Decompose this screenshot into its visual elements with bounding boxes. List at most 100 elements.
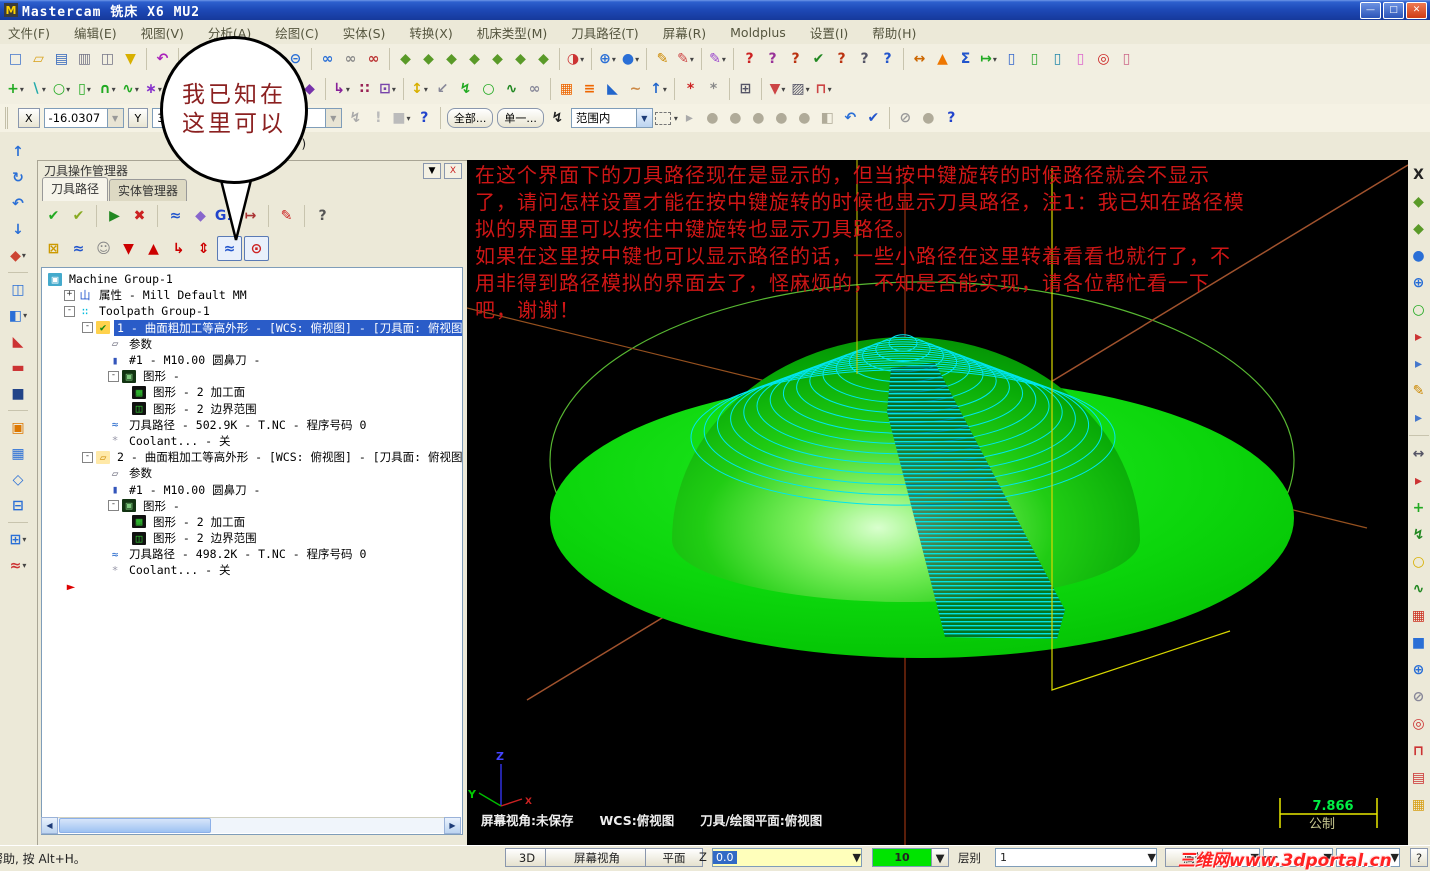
red-grid-button[interactable]: ▦	[1407, 604, 1430, 627]
solid-revolve-button[interactable]: ↻	[7, 166, 30, 189]
open-file-button[interactable]: ▱	[27, 48, 50, 71]
menu-item-7[interactable]: 机床类型(M)	[477, 23, 548, 42]
flag-analyze-2-button[interactable]: ▸	[1407, 352, 1430, 375]
select-oct-2-button[interactable]: ●	[724, 107, 747, 130]
stat-distance-button[interactable]: ↔	[908, 48, 931, 71]
add-entity-button[interactable]: +	[1407, 496, 1430, 519]
analyze-position-button[interactable]: ?	[738, 48, 761, 71]
solid-thicken-button[interactable]: ▬	[7, 356, 30, 379]
plane-button[interactable]: 平面	[645, 848, 703, 867]
level-select[interactable]: 1 ▼	[995, 848, 1157, 867]
tree-row[interactable]: ◫图形 - 2 边界范围	[44, 401, 460, 417]
chevron-down-icon[interactable]: ▼	[636, 109, 652, 127]
quick-draw-button[interactable]: ↯	[1407, 523, 1430, 546]
edit-multi-button[interactable]: ✎	[674, 48, 697, 71]
holder-tool-button[interactable]: ⊓	[1407, 739, 1430, 762]
y-coord-button[interactable]: Y	[128, 108, 149, 128]
manager-help-button[interactable]: ?	[311, 204, 334, 227]
solid-loft-button[interactable]: ↓	[7, 218, 30, 241]
tree-horizontal-scrollbar[interactable]: ◀ ▶	[41, 817, 461, 833]
tree-row[interactable]: ▮#1 - M10.00 圆鼻刀 -	[44, 481, 460, 497]
red-book-button[interactable]: ▤	[1407, 766, 1430, 789]
window-select-button[interactable]	[655, 107, 678, 130]
select-cursor-button[interactable]: ▸	[678, 107, 701, 130]
analyze-entity-button[interactable]: ?	[784, 48, 807, 71]
regenerate-button[interactable]: ∞	[362, 48, 385, 71]
fit-screen-button[interactable]: ∞	[316, 48, 339, 71]
color-swatch[interactable]: 10	[872, 848, 932, 867]
tree-row[interactable]: ▦图形 - 2 加工面	[44, 384, 460, 400]
grid-params-button[interactable]: ≡	[578, 78, 601, 101]
solid-draft-button[interactable]: ▣	[7, 416, 30, 439]
ghost-button[interactable]: ☺	[92, 237, 115, 260]
select-lightning-button[interactable]: ↯	[546, 107, 569, 130]
stat-volume-button[interactable]: ▲	[931, 48, 954, 71]
select-oct-4-button[interactable]: ●	[770, 107, 793, 130]
solid-sweep-button[interactable]: ↶	[7, 192, 30, 215]
sweep-surface-button[interactable]: ∼	[624, 78, 647, 101]
solids-tool-3-button[interactable]: ▯	[1046, 48, 1069, 71]
hatch-button[interactable]: ▨	[789, 78, 812, 101]
import-export-button[interactable]: ↳	[330, 78, 353, 101]
tree-expander[interactable]: -	[82, 322, 93, 333]
tree-row[interactable]: ◫图形 - 2 边界范围	[44, 530, 460, 546]
tree-row[interactable]: ►	[44, 579, 460, 595]
prohibit-tool-button[interactable]: ⊘	[1407, 685, 1430, 708]
scroll-right-icon[interactable]: ▶	[444, 817, 461, 834]
shaded-display-button[interactable]: ●	[619, 48, 642, 71]
gview-isometric-button[interactable]: ◆	[532, 48, 555, 71]
scroll-left-icon[interactable]: ◀	[41, 817, 58, 834]
view-orient-button[interactable]: ◑	[564, 48, 587, 71]
minimize-button[interactable]: —	[1360, 2, 1381, 19]
wire-globe-button[interactable]: ⊕	[1407, 271, 1430, 294]
3d-toggle-button[interactable]: 3D	[505, 848, 549, 867]
feed-optimizer-button[interactable]: ✎	[275, 204, 298, 227]
solid-find-button[interactable]: ◇	[7, 468, 30, 491]
select-single-button[interactable]: 单一...	[497, 108, 544, 128]
select-all-ops-button[interactable]: ✔	[42, 204, 65, 227]
tree-row[interactable]: ≈刀具路径 - 502.9K - T.NC - 程序号码 0	[44, 417, 460, 433]
save-file-button[interactable]: ▤	[50, 48, 73, 71]
insert-after-button[interactable]: ↳	[167, 237, 190, 260]
statusbar-help-button[interactable]: ?	[1410, 848, 1428, 867]
tree-row[interactable]: ▦图形 - 2 加工面	[44, 514, 460, 530]
chain-links-button[interactable]: ∞	[523, 78, 546, 101]
solid-boolean-button[interactable]: ◧	[7, 304, 30, 327]
create-line-button[interactable]: ∖	[27, 78, 50, 101]
chain-curve-button[interactable]: ∿	[500, 78, 523, 101]
solids-tool-5-button[interactable]: ◎	[1092, 48, 1115, 71]
coord-help-button[interactable]: ?	[413, 107, 436, 130]
tree-row[interactable]: ▱参数	[44, 465, 460, 481]
tree-row[interactable]: -▣图形 -	[44, 498, 460, 514]
tree-row[interactable]: ▱参数	[44, 336, 460, 352]
gear-settings-2-button[interactable]: *	[702, 78, 725, 101]
tree-row[interactable]: ▮#1 - M10.00 圆鼻刀 -	[44, 352, 460, 368]
z-depth-input[interactable]: 0.0 ▼	[712, 848, 862, 867]
screen-grid-button[interactable]: ∷	[353, 78, 376, 101]
globe-2-button[interactable]: ⊕	[1407, 658, 1430, 681]
tree-expander[interactable]: +	[64, 290, 75, 301]
gview-left-button[interactable]: ◆	[509, 48, 532, 71]
manager-collapse-button[interactable]: ▼	[423, 163, 441, 179]
wireframe-display-button[interactable]: ⊕	[596, 48, 619, 71]
analyze-angle-button[interactable]: ?	[853, 48, 876, 71]
chevron-down-icon[interactable]: ▼	[853, 851, 861, 864]
chevron-down-icon[interactable]: ▼	[1148, 851, 1156, 864]
tree-expander[interactable]: -	[64, 306, 75, 317]
solid-trim-button[interactable]: ◣	[7, 330, 30, 353]
apply-lightning-button[interactable]: ↯	[344, 107, 367, 130]
color-dropdown-icon[interactable]: ▼	[931, 848, 949, 867]
cut-away-button[interactable]: ▼	[766, 78, 789, 101]
entity-filter-button[interactable]: ▼	[119, 48, 142, 71]
select-help-button[interactable]: ?	[940, 107, 963, 130]
select-end-button[interactable]: ●	[917, 107, 940, 130]
mirror-plane-button[interactable]: ◣	[601, 78, 624, 101]
select-all-button[interactable]: 全部...	[447, 108, 494, 128]
tree-expander[interactable]: -	[108, 500, 119, 511]
lift-box-button[interactable]: ↑	[647, 78, 670, 101]
alert-button[interactable]: !	[367, 107, 390, 130]
gview-bottom-button[interactable]: ◆	[463, 48, 486, 71]
menu-item-6[interactable]: 转换(X)	[409, 23, 452, 42]
operations-tree[interactable]: ▣Machine Group-1+山属性 - Mill Default MM-∷…	[41, 267, 463, 835]
tree-row[interactable]: ≈刀具路径 - 498.2K - T.NC - 程序号码 0	[44, 546, 460, 562]
